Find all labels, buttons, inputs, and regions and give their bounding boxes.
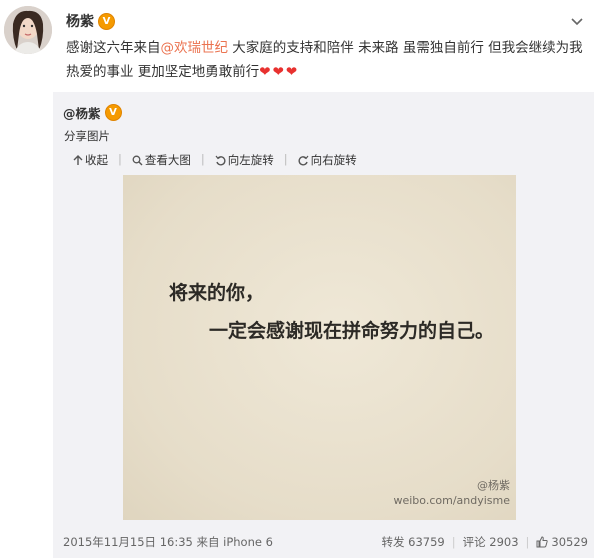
repost-box: @杨紫 V 分享图片 收起 | 查看大图 | 向左旋转 | 向右旋转 将来的你，…	[53, 92, 594, 558]
rotate-left-button[interactable]: 向左旋转	[215, 152, 274, 168]
repost-button[interactable]: 转发 63759	[381, 534, 444, 550]
rotate-right-label: 向右旋转	[310, 153, 357, 167]
rotate-right-button[interactable]: 向右旋转	[298, 152, 357, 168]
post-text-start: 感谢这六年来自	[66, 40, 161, 56]
search-icon	[132, 155, 143, 165]
image-text-line1: 将来的你，	[169, 282, 265, 304]
chevron-down-icon[interactable]	[570, 14, 584, 28]
divider: |	[200, 152, 205, 166]
avatar[interactable]	[4, 6, 52, 54]
image-text-line2: 一定会感谢现在拼命努力的自己。	[209, 320, 495, 342]
collapse-label: 收起	[85, 153, 108, 167]
rotate-left-icon	[215, 155, 226, 166]
shared-image[interactable]: 将来的你， 一定会感谢现在拼命努力的自己。 @杨紫 weibo.com/andy…	[123, 175, 516, 520]
comment-button[interactable]: 评论 2903	[463, 534, 519, 550]
watermark-account: @杨紫	[477, 479, 510, 492]
verified-icon: V	[98, 12, 115, 30]
collapse-button[interactable]: 收起	[73, 152, 108, 168]
like-button[interactable]: 30529	[536, 535, 588, 549]
post-author: 杨紫 V	[66, 11, 115, 31]
repost-author-name[interactable]: @杨紫	[63, 103, 101, 122]
mention-link[interactable]: @欢瑞世纪	[161, 40, 229, 56]
image-toolbar: 收起 | 查看大图 | 向左旋转 | 向右旋转	[73, 152, 357, 168]
divider: |	[525, 535, 530, 549]
collapse-icon	[73, 154, 83, 165]
share-image-label: 分享图片	[64, 129, 110, 143]
divider: |	[118, 152, 122, 166]
verified-icon: V	[104, 104, 122, 121]
divider: |	[451, 535, 456, 549]
watermark-url: weibo.com/andyisme	[393, 494, 510, 507]
image-watermark: @杨紫 weibo.com/andyisme	[393, 478, 510, 508]
post-text: 感谢这六年来自@欢瑞世纪 大家庭的支持和陪伴 未来路 虽需独自前行 但我会继续为…	[66, 36, 586, 84]
thumbs-up-icon	[536, 536, 549, 548]
divider: |	[283, 152, 288, 166]
repost-author: @杨紫 V	[63, 103, 122, 122]
post-timestamp[interactable]: 2015年11月15日 16:35 来自 iPhone 6	[63, 534, 273, 550]
heart-icons: ❤❤❤	[259, 64, 300, 80]
like-count: 30529	[551, 535, 588, 549]
repost-actions: 转发 63759 | 评论 2903 | 30529	[381, 534, 588, 550]
rotate-right-icon	[298, 155, 309, 166]
author-name[interactable]: 杨紫	[66, 11, 94, 31]
view-large-button[interactable]: 查看大图	[132, 152, 191, 168]
rotate-left-label: 向左旋转	[227, 153, 274, 167]
view-large-label: 查看大图	[144, 153, 191, 167]
